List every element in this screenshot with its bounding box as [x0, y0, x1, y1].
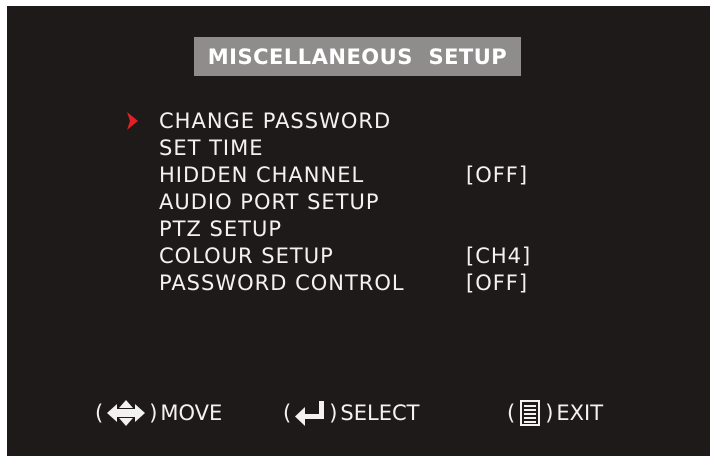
exit-label: EXIT [556, 401, 604, 425]
menu-list-icon [520, 400, 541, 426]
osd-screen: MISCELLANEOUS SETUP CHANGE PASSWORD SET … [7, 6, 710, 456]
title-bar: MISCELLANEOUS SETUP [194, 37, 521, 76]
select-label: SELECT [340, 401, 420, 425]
menu-item-label: PTZ SETUP [159, 217, 283, 241]
menu-item-hidden-channel[interactable]: HIDDEN CHANNEL [OFF] [7, 162, 607, 188]
menu-item-set-time[interactable]: SET TIME [7, 135, 607, 161]
menu-item-label: CHANGE PASSWORD [159, 109, 392, 133]
four-way-arrows-icon [107, 400, 146, 426]
chevron-right-icon [127, 112, 138, 130]
enter-key-icon [295, 401, 325, 426]
key-hints: ( ) MOVE ( ) SELECT () EXIT [7, 396, 710, 430]
menu-item-label: PASSWORD CONTROL [159, 271, 405, 295]
move-label: MOVE [160, 401, 223, 425]
menu-item-label: HIDDEN CHANNEL [159, 163, 365, 187]
page-title: MISCELLANEOUS SETUP [207, 44, 508, 69]
menu-item-ptz-setup[interactable]: PTZ SETUP [7, 216, 607, 242]
menu-item-label: AUDIO PORT SETUP [159, 190, 380, 214]
hint-select: ( ) SELECT [283, 401, 420, 426]
hint-move: ( ) MOVE [95, 400, 223, 426]
menu-item-change-password[interactable]: CHANGE PASSWORD [7, 108, 607, 134]
menu-item-value: [OFF] [466, 163, 529, 187]
menu-item-value: [OFF] [466, 271, 529, 295]
menu-item-value: [CH4] [466, 244, 532, 268]
menu-item-label: SET TIME [159, 136, 264, 160]
hint-exit: ( ) EXIT [507, 400, 604, 426]
menu-item-audio-port-setup[interactable]: AUDIO PORT SETUP [7, 189, 607, 215]
menu-item-password-control[interactable]: PASSWORD CONTROL [OFF] [7, 270, 607, 296]
menu-item-label: COLOUR SETUP [159, 244, 334, 268]
menu-item-colour-setup[interactable]: COLOUR SETUP [CH4] [7, 243, 607, 269]
